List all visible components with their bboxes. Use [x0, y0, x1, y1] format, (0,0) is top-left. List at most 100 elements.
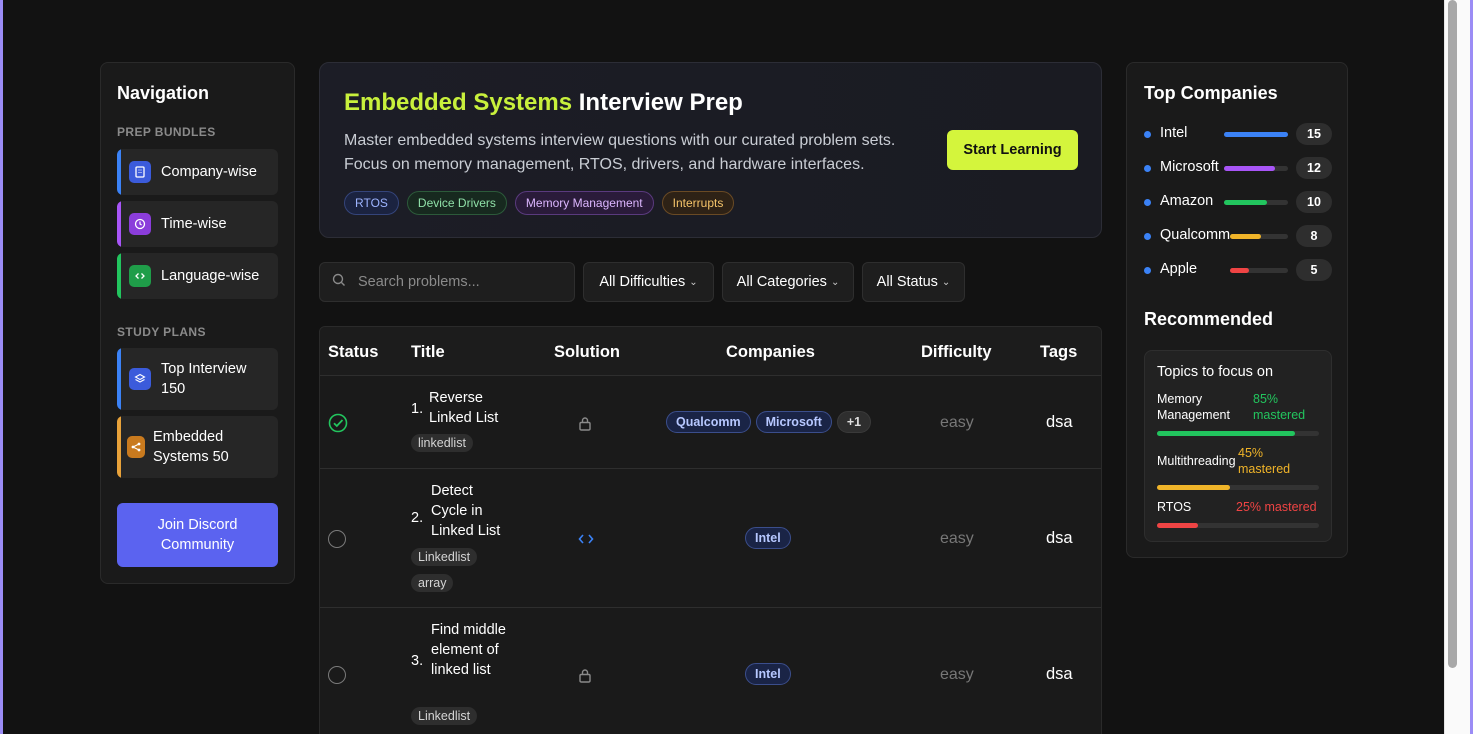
table-row[interactable]: 1. Reverse Linked List linkedlist Qualco… [320, 376, 1101, 469]
company-row[interactable]: Microsoft 12 [1144, 157, 1332, 179]
prep-bundles-heading: PREP BUNDLES [117, 125, 216, 139]
navigation-panel: Navigation PREP BUNDLES Company-wise Tim… [100, 62, 295, 584]
problem-title[interactable]: Reverse Linked List [429, 388, 509, 428]
status-filter[interactable]: All Status ⌄ [862, 262, 965, 302]
problem-tag: Linkedlist [411, 707, 478, 725]
recommended-title: Recommended [1144, 309, 1274, 329]
search-input[interactable] [358, 274, 558, 290]
hero-banner: Embedded Systems Interview Prep Master e… [319, 62, 1102, 238]
company-row[interactable]: Qualcomm 8 [1144, 225, 1332, 247]
company-chips: Intel [745, 663, 791, 685]
company-chip[interactable]: Intel [745, 527, 791, 549]
problem-tag: array [411, 574, 454, 592]
nav-item-label: Language-wise [161, 268, 260, 284]
nav-item-embedded-systems-50[interactable]: Embedded Systems 50 [117, 416, 278, 478]
chevron-down-icon: ⌄ [689, 276, 698, 288]
bullet-icon [1144, 267, 1151, 274]
category-filter[interactable]: All Categories ⌄ [722, 262, 854, 302]
bullet-icon [1144, 131, 1151, 138]
tags-value: dsa [1046, 529, 1073, 547]
company-bar-fill [1230, 234, 1261, 239]
start-learning-button[interactable]: Start Learning [947, 130, 1078, 170]
company-bar-track [1230, 268, 1288, 273]
problem-title[interactable]: Find middle element of linked list [431, 620, 511, 680]
nav-item-company-wise[interactable]: Company-wise [117, 149, 278, 195]
nav-item-time-wise[interactable]: Time-wise [117, 201, 278, 247]
company-bar-fill [1230, 268, 1250, 273]
hero-tag-rtos[interactable]: RTOS [344, 191, 399, 215]
difficulty-filter[interactable]: All Difficulties ⌄ [583, 262, 714, 302]
topic-bar-fill [1157, 485, 1230, 490]
problem-number: 2. [411, 510, 424, 526]
nav-item-label: Company-wise [161, 164, 257, 180]
company-chip[interactable]: Qualcomm [666, 411, 751, 433]
company-row[interactable]: Intel 15 [1144, 123, 1332, 145]
header-companies: Companies [726, 343, 815, 361]
company-row[interactable]: Amazon 10 [1144, 191, 1332, 213]
category-filter-label: All Categories [736, 274, 827, 290]
bullet-icon [1144, 199, 1151, 206]
hero-description: Master embedded systems interview questi… [344, 132, 896, 173]
company-count: 12 [1296, 157, 1332, 179]
status-circle-icon[interactable] [328, 530, 346, 548]
nav-item-label: Embedded Systems 50 [153, 429, 229, 465]
company-count: 8 [1296, 225, 1332, 247]
company-bar-fill [1224, 132, 1288, 137]
header-status: Status [328, 343, 379, 361]
company-bar-track [1230, 234, 1288, 239]
topic-name: Memory Management [1157, 392, 1230, 422]
code-icon [129, 265, 151, 287]
problem-title[interactable]: Detect Cycle in Linked List [431, 481, 511, 541]
topic-item[interactable]: Multithreading 45% mastered [1157, 445, 1319, 491]
topic-item[interactable]: RTOS 25% mastered [1157, 499, 1319, 529]
check-circle-icon[interactable] [328, 413, 348, 438]
company-row[interactable]: Apple 5 [1144, 259, 1332, 281]
join-discord-button[interactable]: Join Discord Community [117, 503, 278, 567]
difficulty-value: easy [940, 530, 974, 547]
topic-percent: 25% mastered [1236, 500, 1317, 514]
nav-item-label: Time-wise [161, 216, 227, 232]
scrollbar-thumb[interactable] [1448, 0, 1457, 668]
bullet-icon [1144, 165, 1151, 172]
company-chip[interactable]: Microsoft [755, 411, 832, 433]
navigation-title: Navigation [117, 83, 210, 103]
building-icon [129, 161, 151, 183]
more-companies-chip[interactable]: +1 [836, 411, 872, 433]
nav-item-language-wise[interactable]: Language-wise [117, 253, 278, 299]
hero-tag-device-drivers[interactable]: Device Drivers [406, 191, 507, 215]
nav-item-top-interview-150[interactable]: Top Interview 150 [117, 348, 278, 410]
chevron-down-icon: ⌄ [830, 276, 840, 288]
status-circle-icon[interactable] [328, 666, 346, 684]
company-chip[interactable]: Intel [745, 663, 791, 685]
hero-title-rest: Interview Prep [572, 89, 743, 116]
chevron-down-icon: ⌄ [941, 276, 951, 288]
topic-item[interactable]: Memory Management 85% mastered [1157, 391, 1319, 441]
header-title: Title [411, 343, 445, 361]
hero-tag-interrupts[interactable]: Interrupts [661, 191, 735, 215]
topic-percent: 85% mastered [1253, 392, 1306, 422]
sidebar-right: Top Companies Intel 15 Microsoft 12 Amaz… [1126, 62, 1348, 558]
hero-tags: RTOS Device Drivers Memory Management In… [344, 191, 735, 215]
topic-bar-fill [1157, 431, 1295, 436]
lock-icon [578, 668, 592, 688]
nav-item-accent [117, 348, 121, 410]
window-frame-left [0, 0, 3, 734]
nav-item-label: Top Interview 150 [161, 361, 247, 397]
table-row[interactable]: 2. Detect Cycle in Linked List Linkedlis… [320, 469, 1101, 608]
table-row[interactable]: 3. Find middle element of linked list Li… [320, 608, 1101, 734]
company-count: 15 [1296, 123, 1332, 145]
company-count: 10 [1296, 191, 1332, 213]
study-plans-heading: STUDY PLANS [117, 325, 206, 339]
code-icon[interactable] [578, 532, 594, 550]
nav-item-accent [117, 253, 121, 299]
hero-tag-memory-management[interactable]: Memory Management [514, 191, 654, 215]
search-box[interactable] [319, 262, 575, 302]
company-chips: Qualcomm Microsoft +1 [666, 411, 872, 433]
topic-bar-track [1157, 431, 1319, 436]
problem-tag: linkedlist [411, 434, 473, 452]
difficulty-value: easy [940, 414, 974, 431]
company-bar-track [1224, 200, 1288, 205]
company-bar-track [1224, 166, 1288, 171]
share-icon [127, 436, 145, 458]
hero-title: Embedded Systems Interview Prep [344, 89, 743, 117]
